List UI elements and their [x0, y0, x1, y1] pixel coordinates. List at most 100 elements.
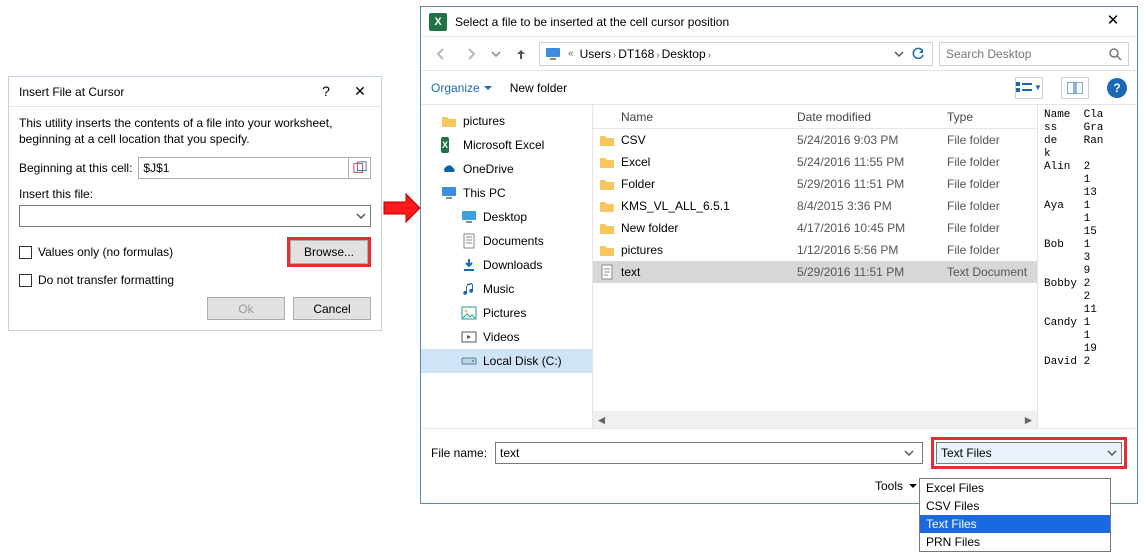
desktop-icon [461, 209, 477, 225]
ok-button[interactable]: Ok [207, 297, 285, 320]
col-type[interactable]: Type [947, 110, 1037, 124]
beginning-cell-input[interactable] [139, 161, 348, 175]
tree-item[interactable]: Music [421, 277, 592, 301]
tree-item-label: Pictures [483, 306, 526, 320]
music-icon [461, 281, 477, 297]
filetype-option[interactable]: PRN Files [920, 533, 1110, 551]
dialog-titlebar[interactable]: Insert File at Cursor ? ✕ [9, 77, 381, 107]
cancel-button[interactable]: Cancel [293, 297, 371, 320]
breadcrumb-item[interactable]: DT168 [618, 47, 654, 61]
file-type: File folder [947, 177, 1037, 191]
tree-item[interactable]: This PC [421, 181, 592, 205]
nav-forward-button[interactable] [459, 42, 483, 66]
file-row[interactable]: New folder4/17/2016 10:45 PMFile folder [593, 217, 1037, 239]
nav-up-button[interactable] [509, 42, 533, 66]
file-list: Name Date modified Type CSV5/24/2016 9:0… [593, 105, 1037, 428]
close-button[interactable]: ✕ [343, 80, 377, 104]
text-file-icon [593, 264, 621, 280]
tree-item-label: Microsoft Excel [463, 138, 544, 152]
filetype-option[interactable]: Excel Files [920, 479, 1110, 497]
tree-item-label: Downloads [483, 258, 542, 272]
chevron-down-icon[interactable] [904, 448, 922, 458]
tools-button[interactable]: Tools [875, 479, 917, 493]
chevron-right-icon: › [706, 50, 713, 61]
file-dialog-title: Select a file to be inserted at the cell… [455, 15, 1093, 29]
filetype-dropdown[interactable]: Excel FilesCSV FilesText FilesPRN Files [919, 478, 1111, 552]
breadcrumb-item[interactable]: Users [580, 47, 611, 61]
file-name: pictures [621, 243, 797, 257]
tree-item[interactable]: OneDrive [421, 157, 592, 181]
file-name: New folder [621, 221, 797, 235]
organize-button[interactable]: Organize [431, 81, 492, 95]
filetype-highlight: Text Files Excel FilesCSV FilesText File… [931, 437, 1127, 469]
filetype-option[interactable]: Text Files [920, 515, 1110, 533]
insert-file-dialog: Insert File at Cursor ? ✕ This utility i… [8, 76, 382, 331]
tree-item-label: This PC [463, 186, 506, 200]
pc-icon [441, 185, 457, 201]
tree-item[interactable]: XMicrosoft Excel [421, 133, 592, 157]
preview-pane-button[interactable] [1061, 77, 1089, 99]
dialog-description: This utility inserts the contents of a f… [19, 115, 371, 147]
breadcrumb-item[interactable]: Desktop [662, 47, 706, 61]
chevron-down-icon[interactable] [894, 49, 904, 59]
pictures-icon [461, 305, 477, 321]
horizontal-scrollbar[interactable]: ◄ ► [593, 411, 1037, 428]
filename-input[interactable] [496, 446, 904, 460]
folder-tree[interactable]: picturesXMicrosoft ExcelOneDrive This PC D… [421, 105, 593, 428]
tree-item[interactable]: Videos [421, 325, 592, 349]
file-open-dialog: X Select a file to be inserted at the ce… [420, 6, 1138, 504]
no-format-checkbox[interactable]: Do not transfer formatting [19, 273, 371, 287]
insert-file-combo[interactable] [19, 205, 371, 227]
column-headers[interactable]: Name Date modified Type [593, 105, 1037, 129]
nav-back-button[interactable] [429, 42, 453, 66]
downloads-icon [461, 257, 477, 273]
tree-item[interactable]: Desktop [421, 205, 592, 229]
close-button[interactable]: ✕ [1093, 10, 1133, 34]
cell-reference-picker-icon[interactable] [348, 158, 370, 178]
beginning-cell-label: Beginning at this cell: [19, 161, 132, 175]
values-only-checkbox[interactable]: Values only (no formulas) [19, 245, 173, 259]
col-name[interactable]: Name [593, 110, 797, 124]
file-name: Folder [621, 177, 797, 191]
chevron-down-icon[interactable] [352, 206, 370, 226]
file-row[interactable]: Folder5/29/2016 11:51 PMFile folder [593, 173, 1037, 195]
file-date: 5/29/2016 11:51 PM [797, 177, 947, 191]
help-icon[interactable]: ? [1107, 78, 1127, 98]
breadcrumb[interactable]: « Users›DT168›Desktop› [539, 42, 933, 66]
view-mode-button[interactable]: ▼ [1015, 77, 1043, 99]
tree-item[interactable]: pictures [421, 109, 592, 133]
new-folder-button[interactable]: New folder [510, 81, 567, 95]
tree-item-label: Music [483, 282, 514, 296]
tree-item[interactable]: Pictures [421, 301, 592, 325]
file-row[interactable]: text5/29/2016 11:51 PMText Document [593, 261, 1037, 283]
videos-icon [461, 329, 477, 345]
folder-icon [593, 242, 621, 258]
scroll-right-icon[interactable]: ► [1020, 411, 1037, 428]
beginning-cell-input-wrap [138, 157, 371, 179]
tree-item[interactable]: Documents [421, 229, 592, 253]
search-input[interactable]: Search Desktop [939, 42, 1129, 66]
scroll-left-icon[interactable]: ◄ [593, 411, 610, 428]
file-row[interactable]: KMS_VL_ALL_6.5.18/4/2015 3:36 PMFile fol… [593, 195, 1037, 217]
tree-item[interactable]: Downloads [421, 253, 592, 277]
filetype-select[interactable]: Text Files [936, 442, 1122, 464]
file-dialog-titlebar[interactable]: X Select a file to be inserted at the ce… [421, 7, 1137, 37]
folder-icon [593, 198, 621, 214]
file-row[interactable]: Excel5/24/2016 11:55 PMFile folder [593, 151, 1037, 173]
col-date[interactable]: Date modified [797, 110, 947, 124]
file-row[interactable]: CSV5/24/2016 9:03 PMFile folder [593, 129, 1037, 151]
file-type: File folder [947, 133, 1037, 147]
disk-icon [461, 353, 477, 369]
checkbox-icon [19, 246, 32, 259]
filename-combo[interactable] [495, 442, 923, 464]
folder-icon [593, 176, 621, 192]
recent-locations-button[interactable] [489, 42, 503, 66]
tree-item[interactable]: Local Disk (C:) [421, 349, 592, 373]
browse-button[interactable]: Browse... [290, 240, 368, 264]
file-row[interactable]: pictures1/12/2016 5:56 PMFile folder [593, 239, 1037, 261]
filetype-option[interactable]: CSV Files [920, 497, 1110, 515]
insert-file-input[interactable] [20, 209, 352, 223]
no-format-label: Do not transfer formatting [38, 273, 174, 287]
help-button[interactable]: ? [309, 80, 343, 104]
refresh-icon[interactable] [908, 42, 928, 66]
